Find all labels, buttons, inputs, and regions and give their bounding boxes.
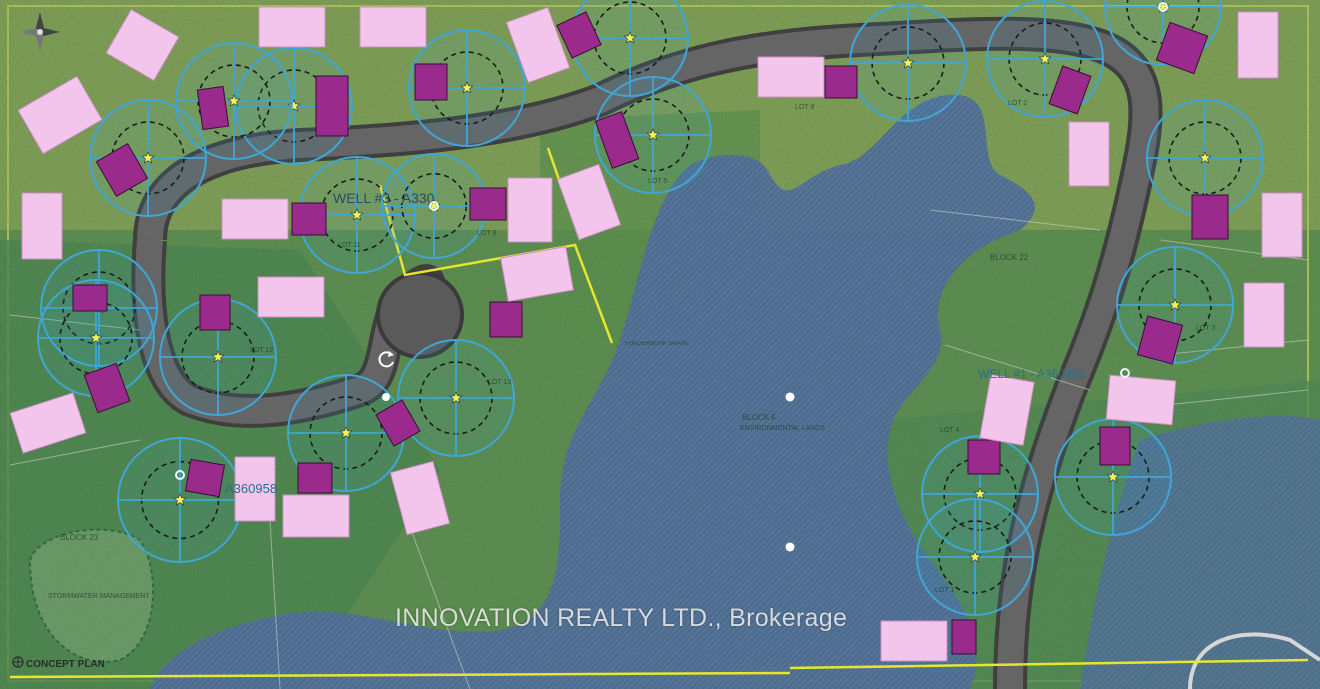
house-footprint (951, 619, 977, 655)
placeholder-card (221, 198, 289, 240)
house-footprint (315, 75, 349, 137)
house-footprint (469, 187, 507, 221)
placeholder-card (257, 276, 325, 318)
house-footprint (72, 284, 108, 312)
compass-icon (20, 12, 60, 52)
survey-point (785, 392, 795, 402)
placeholder-card (757, 56, 825, 98)
placeholder-card (1243, 282, 1285, 348)
lot-label: LOT 3 (1196, 325, 1215, 332)
house-footprint (824, 65, 858, 99)
annotation-label: FUNDERBURK DRAIN (625, 341, 687, 347)
annotation-label: STORMWATER MANAGEMENT (48, 593, 150, 600)
lot-label: LOT 1 (935, 587, 954, 594)
map-canvas: WELL #3 - A330 WELL #1 - A360958 A360958… (0, 0, 1320, 689)
placeholder-card (880, 620, 948, 662)
lot-label: LOT 4 (940, 427, 959, 434)
concept-plan-label: CONCEPT PLAN (26, 659, 105, 670)
house-footprint (1099, 426, 1131, 466)
lot-label: LOT 5 (648, 178, 667, 185)
house-footprint (291, 202, 327, 236)
house-footprint (199, 294, 231, 331)
house-footprint (967, 439, 1001, 475)
block-label: BLOCK 23 (60, 533, 99, 542)
well-3-label: WELL #3 - A330 (333, 190, 435, 206)
placeholder-card (507, 177, 553, 243)
survey-point (382, 393, 390, 401)
block-label: BLOCK 22 (990, 253, 1029, 262)
house-footprint (1191, 194, 1229, 240)
block-label: BLOCK F (742, 413, 776, 422)
lot-label: LOT 13 (488, 379, 511, 386)
house-footprint (196, 85, 230, 131)
placeholder-card (359, 6, 427, 48)
lot-label: LOT 12 (250, 347, 273, 354)
house-footprint (414, 63, 448, 101)
lot-label: LOT 9 (477, 230, 496, 237)
lot-label: LOT 11 (338, 242, 361, 249)
well-a360958-label: A360958 (225, 481, 277, 496)
house-footprint (184, 458, 226, 498)
survey-point (785, 542, 795, 552)
placeholder-card (282, 494, 350, 538)
house-footprint (297, 462, 333, 494)
brokerage-watermark: INNOVATION REALTY LTD., Brokerage (395, 604, 848, 632)
placeholder-card (21, 192, 63, 260)
site-plan-map: WELL #3 - A330 WELL #1 - A360958 A360958… (0, 0, 1320, 689)
well-1-label: WELL #1 - A360958 (978, 367, 1085, 381)
placeholder-card (258, 6, 326, 48)
placeholder-card (1237, 11, 1279, 79)
lot-label: LOT 8 (795, 104, 814, 111)
placeholder-card (1105, 374, 1177, 426)
annotation-label: ENVIRONMENTAL LANDS (740, 425, 825, 432)
placeholder-card (1261, 192, 1303, 258)
house-footprint (489, 301, 523, 338)
placeholder-card (1068, 121, 1110, 187)
lot-label: LOT 2 (1008, 100, 1027, 107)
title-block-icon (12, 656, 24, 668)
